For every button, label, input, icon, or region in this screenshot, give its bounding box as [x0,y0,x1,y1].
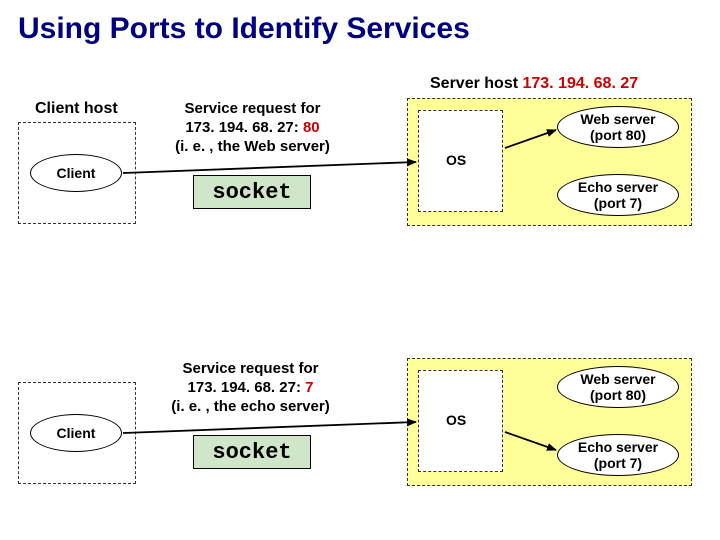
web-server-bottom: Web server (port 80) [557,366,679,408]
socket-box-1: socket [193,175,311,209]
echo-server-port: (port 7) [594,195,642,211]
req1-addr: 173. 194. 68. 27: [185,119,298,136]
os-label-bottom: OS [446,412,466,428]
client-label-bottom: Client [57,425,96,441]
echo-server-bottom: Echo server (port 7) [557,434,679,476]
web-server-top: Web server (port 80) [557,106,679,148]
client-host-label: Client host [35,100,118,118]
echo-server-name-b: Echo server [578,439,658,455]
web-server-name-b: Web server [580,371,655,387]
socket-label-1: socket [212,180,291,205]
socket-label-2: socket [212,440,291,465]
os-label-top: OS [446,152,466,168]
service-request-1: Service request for 173. 194. 68. 27: 80… [160,100,345,156]
echo-server-name: Echo server [578,179,658,195]
echo-server-top: Echo server (port 7) [557,174,679,216]
socket-box-2: socket [193,435,311,469]
req2-suffix: (i. e. , the echo server) [171,398,329,415]
client-label: Client [57,165,96,181]
req2-port: 7 [301,379,314,396]
client-ellipse-bottom: Client [30,414,122,452]
req1-port: 80 [299,119,320,136]
page-title: Using Ports to Identify Services [18,12,470,46]
client-ellipse-top: Client [30,154,122,192]
server-header-label: Server host [430,75,522,92]
req1-prefix: Service request for [185,100,321,117]
req2-addr: 173. 194. 68. 27: [188,379,301,396]
server-header: Server host 173. 194. 68. 27 [430,75,638,93]
req1-suffix: (i. e. , the Web server) [175,138,330,155]
server-ip: 173. 194. 68. 27 [522,75,638,92]
web-server-name: Web server [580,111,655,127]
echo-server-port-b: (port 7) [594,455,642,471]
web-server-port: (port 80) [590,127,646,143]
req2-prefix: Service request for [183,360,319,377]
service-request-2: Service request for 173. 194. 68. 27: 7 … [153,360,348,416]
web-server-port-b: (port 80) [590,387,646,403]
